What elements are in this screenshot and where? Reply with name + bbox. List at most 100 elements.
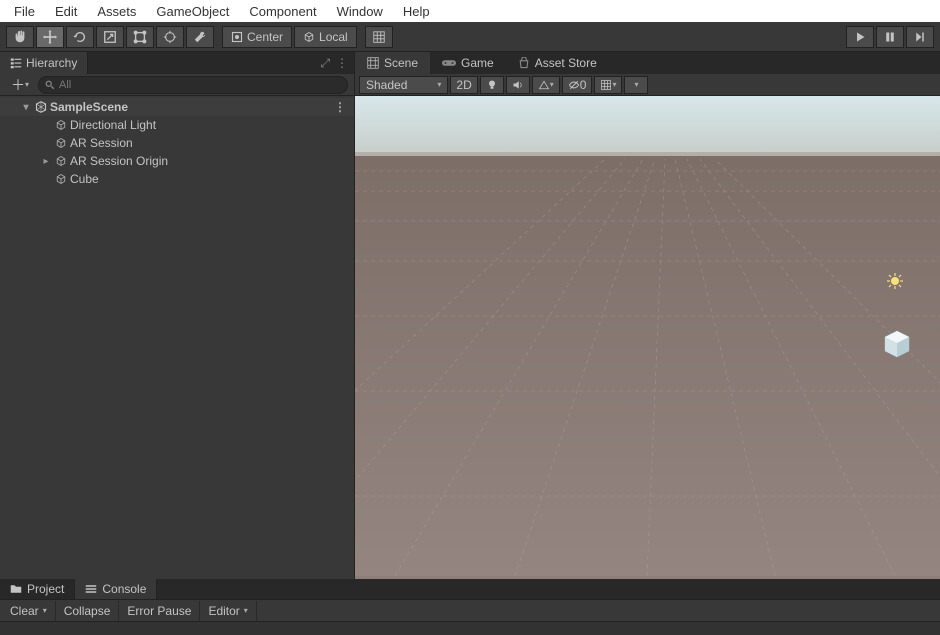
move-tool-button[interactable]: [36, 26, 64, 48]
pause-icon: [884, 31, 896, 43]
asset-store-icon: [518, 57, 530, 69]
collapse-label: Collapse: [64, 604, 111, 618]
scene-node[interactable]: ▾ SampleScene ⋮: [0, 98, 354, 116]
eye-off-icon: [568, 79, 580, 91]
hidden-count-label: 0: [580, 78, 587, 92]
console-toolbar: Clear▾ Collapse Error Pause Editor▾: [0, 599, 940, 621]
hierarchy-search-input[interactable]: [59, 79, 341, 91]
tree-item-label: Cube: [70, 172, 99, 186]
custom-tool-button[interactable]: [186, 26, 214, 48]
scene-viewport[interactable]: [355, 96, 940, 579]
clear-button[interactable]: Clear▾: [2, 601, 56, 621]
console-tab-label: Console: [102, 582, 146, 596]
transform-tool-button[interactable]: [156, 26, 184, 48]
gizmos-dropdown[interactable]: ▾: [594, 76, 622, 94]
scene-panel: Scene Game Asset Store Shaded ▾ 2D ▾ 0 ▾…: [355, 52, 940, 579]
rotate-tool-button[interactable]: [66, 26, 94, 48]
hierarchy-tab[interactable]: Hierarchy: [0, 52, 88, 74]
hierarchy-tab-label: Hierarchy: [26, 56, 77, 70]
hidden-objects-button[interactable]: 0: [562, 76, 593, 94]
folder-icon: [10, 583, 22, 595]
viewport-canvas: [355, 96, 940, 576]
toolbar: Center Local: [0, 22, 940, 52]
scene-tab[interactable]: Scene: [355, 52, 430, 74]
hand-tool-button[interactable]: [6, 26, 34, 48]
add-gameobject-button[interactable]: ＋▾: [6, 76, 34, 94]
play-icon: [854, 31, 866, 43]
project-tab-label: Project: [27, 582, 64, 596]
rotate-icon: [73, 30, 87, 44]
center-icon: [231, 31, 243, 43]
snap-button[interactable]: [365, 26, 393, 48]
console-tab[interactable]: Console: [75, 579, 157, 599]
scene-menu-icon[interactable]: ⋮: [334, 100, 354, 114]
hierarchy-panel: Hierarchy ⤢ ⋮ ＋▾ ▾ SampleScene: [0, 52, 355, 579]
menu-assets[interactable]: Assets: [87, 1, 146, 22]
menu-edit[interactable]: Edit: [45, 1, 87, 22]
mode-2d-label: 2D: [456, 78, 471, 92]
mode-2d-button[interactable]: 2D: [450, 76, 477, 94]
shading-mode-label: Shaded: [366, 78, 407, 92]
menu-file[interactable]: File: [4, 1, 45, 22]
game-tab[interactable]: Game: [430, 52, 506, 74]
hierarchy-search[interactable]: [38, 76, 348, 94]
tree-item-label: Directional Light: [70, 118, 156, 132]
shading-mode-dropdown[interactable]: Shaded ▾: [359, 76, 448, 94]
effects-dropdown[interactable]: ▾: [532, 76, 560, 94]
pivot-center-button[interactable]: Center: [222, 26, 292, 48]
lighting-toggle[interactable]: [480, 76, 504, 94]
pivot-local-label: Local: [319, 30, 348, 44]
pause-button[interactable]: [876, 26, 904, 48]
menu-window[interactable]: Window: [327, 1, 393, 22]
audio-toggle[interactable]: [506, 76, 530, 94]
tree-item-cube[interactable]: Cube: [0, 170, 354, 188]
foldout-icon[interactable]: ▾: [20, 102, 32, 113]
popout-icon[interactable]: ⤢: [320, 56, 330, 71]
project-tab[interactable]: Project: [0, 579, 75, 599]
asset-store-tab-label: Asset Store: [535, 56, 597, 70]
pivot-local-button[interactable]: Local: [294, 26, 357, 48]
play-button[interactable]: [846, 26, 874, 48]
gameobject-icon: [54, 118, 68, 132]
gizmos-icon: [600, 79, 612, 91]
panel-menu-icon[interactable]: ⋮: [336, 56, 348, 70]
tools-icon: [193, 30, 207, 44]
tree-item-ar-session[interactable]: AR Session: [0, 134, 354, 152]
editor-label: Editor: [208, 604, 239, 618]
gameobject-icon: [54, 136, 68, 150]
tree-item-label: AR Session: [70, 136, 133, 150]
collapse-button[interactable]: Collapse: [56, 601, 120, 621]
editor-dropdown[interactable]: Editor▾: [200, 601, 256, 621]
step-button[interactable]: [906, 26, 934, 48]
foldout-icon[interactable]: ▸: [40, 156, 52, 167]
menu-gameobject[interactable]: GameObject: [146, 1, 239, 22]
tree-item-ar-session-origin[interactable]: ▸ AR Session Origin: [0, 152, 354, 170]
console-icon: [85, 583, 97, 595]
menu-component[interactable]: Component: [239, 1, 326, 22]
hand-icon: [13, 30, 27, 44]
statusbar: [0, 621, 940, 635]
menubar: File Edit Assets GameObject Component Wi…: [0, 0, 940, 22]
menu-help[interactable]: Help: [393, 1, 440, 22]
scene-icon: [367, 57, 379, 69]
rect-icon: [133, 30, 147, 44]
tree-item-label: AR Session Origin: [70, 154, 168, 168]
scale-tool-button[interactable]: [96, 26, 124, 48]
effects-icon: [538, 79, 550, 91]
bottom-panel-tabs: Project Console: [0, 579, 940, 599]
error-pause-button[interactable]: Error Pause: [119, 601, 200, 621]
hierarchy-tree: ▾ SampleScene ⋮ Directional Light AR Ses…: [0, 96, 354, 579]
tree-item-directional-light[interactable]: Directional Light: [0, 116, 354, 134]
hierarchy-icon: [10, 57, 22, 69]
gameobject-icon: [54, 172, 68, 186]
lightbulb-icon: [486, 79, 498, 91]
camera-settings-button[interactable]: ▾: [624, 76, 648, 94]
scene-tab-label: Scene: [384, 56, 418, 70]
asset-store-tab[interactable]: Asset Store: [506, 52, 609, 74]
rect-tool-button[interactable]: [126, 26, 154, 48]
unity-logo-icon: [34, 100, 48, 114]
game-tab-label: Game: [461, 56, 494, 70]
scale-icon: [103, 30, 117, 44]
local-icon: [303, 31, 315, 43]
move-icon: [43, 30, 57, 44]
